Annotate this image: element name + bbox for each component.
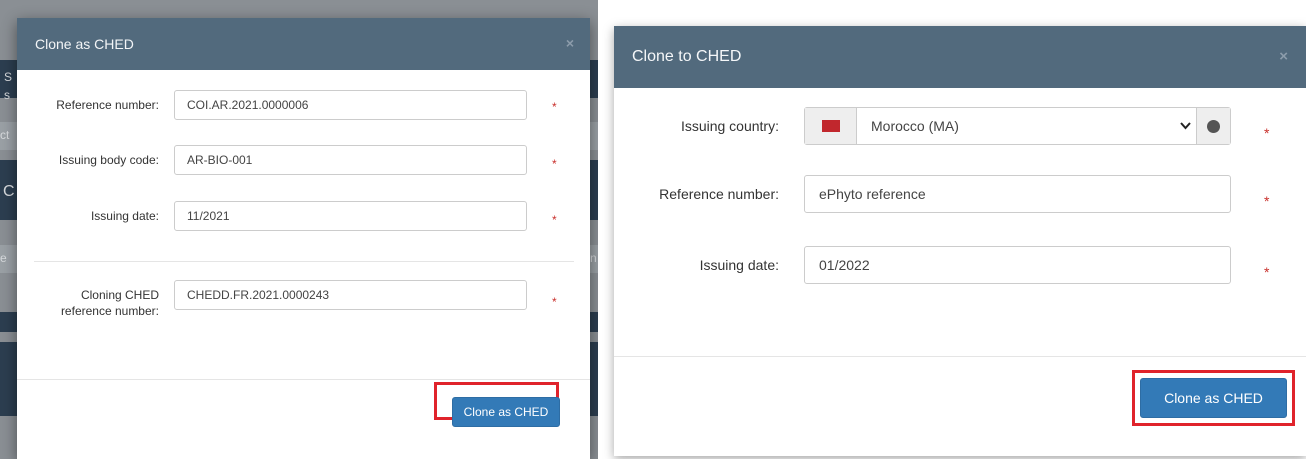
globe-button[interactable] — [1196, 108, 1230, 144]
morocco-flag-icon — [821, 120, 840, 132]
issuing-date-input[interactable]: 11/2021 — [174, 201, 527, 231]
issuing-country-select[interactable]: Morocco (MA) — [804, 107, 1231, 145]
left-screenshot: S s ct C e n Clone as CHED × Reference n… — [0, 0, 598, 459]
required-marker: * — [552, 157, 557, 171]
clone-as-ched-button[interactable]: Clone as CHED — [452, 397, 560, 427]
dialog-header: Clone to CHED × — [614, 26, 1306, 88]
issuing-country-label: Issuing country: — [680, 118, 779, 134]
background-text: s — [4, 88, 10, 102]
required-marker: * — [552, 100, 557, 114]
footer-divider — [17, 379, 590, 380]
cloning-ched-label: Cloning CHED reference number: — [29, 287, 159, 319]
globe-icon — [1207, 119, 1220, 133]
close-icon[interactable]: × — [566, 35, 574, 51]
cloning-ched-label-line1: Cloning CHED — [80, 288, 159, 302]
issuing-country-value: Morocco (MA) — [871, 118, 959, 134]
background-text: S — [4, 70, 13, 84]
issuing-date-input[interactable]: 01/2022 — [804, 246, 1231, 284]
dialog-header: Clone as CHED × — [17, 18, 590, 70]
dialog-title: Clone to CHED — [632, 48, 742, 65]
cloning-ched-label-line2: reference number: — [60, 304, 159, 318]
footer-divider — [614, 356, 1306, 357]
clone-to-ched-dialog: Clone to CHED × Issuing country: Morocco… — [614, 26, 1306, 456]
issuing-body-code-input[interactable]: AR-BIO-001 — [174, 145, 527, 175]
background-text: e — [0, 251, 7, 265]
issuing-date-label: Issuing date: — [699, 257, 779, 273]
required-marker: * — [1264, 264, 1270, 280]
clone-as-ched-button[interactable]: Clone as CHED — [1140, 378, 1287, 418]
background-text: C — [3, 183, 15, 200]
cloning-ched-input[interactable]: CHEDD.FR.2021.0000243 — [174, 280, 527, 310]
reference-number-input[interactable]: ePhyto reference — [804, 175, 1231, 213]
highlight-box: Clone as CHED — [434, 382, 560, 427]
highlight-box: Clone as CHED — [1132, 370, 1295, 426]
right-screenshot: Clone to CHED × Issuing country: Morocco… — [598, 0, 1306, 459]
close-icon[interactable]: × — [1279, 48, 1288, 65]
reference-number-label: Reference number: — [659, 186, 779, 202]
reference-number-label: Reference number: — [56, 98, 159, 112]
issuing-date-label: Issuing date: — [90, 209, 159, 223]
flag-cell — [805, 108, 857, 144]
reference-number-input[interactable]: COI.AR.2021.0000006 — [174, 90, 527, 120]
divider — [34, 261, 574, 262]
background-text: n — [590, 251, 597, 265]
dialog-title: Clone as CHED — [35, 36, 134, 52]
issuing-body-code-label: Issuing body code: — [58, 153, 159, 167]
chevron-down-icon[interactable] — [1174, 108, 1196, 144]
background-text: ct — [0, 128, 10, 142]
required-marker: * — [1264, 125, 1270, 141]
required-marker: * — [552, 295, 557, 309]
required-marker: * — [552, 213, 557, 227]
required-marker: * — [1264, 193, 1270, 209]
